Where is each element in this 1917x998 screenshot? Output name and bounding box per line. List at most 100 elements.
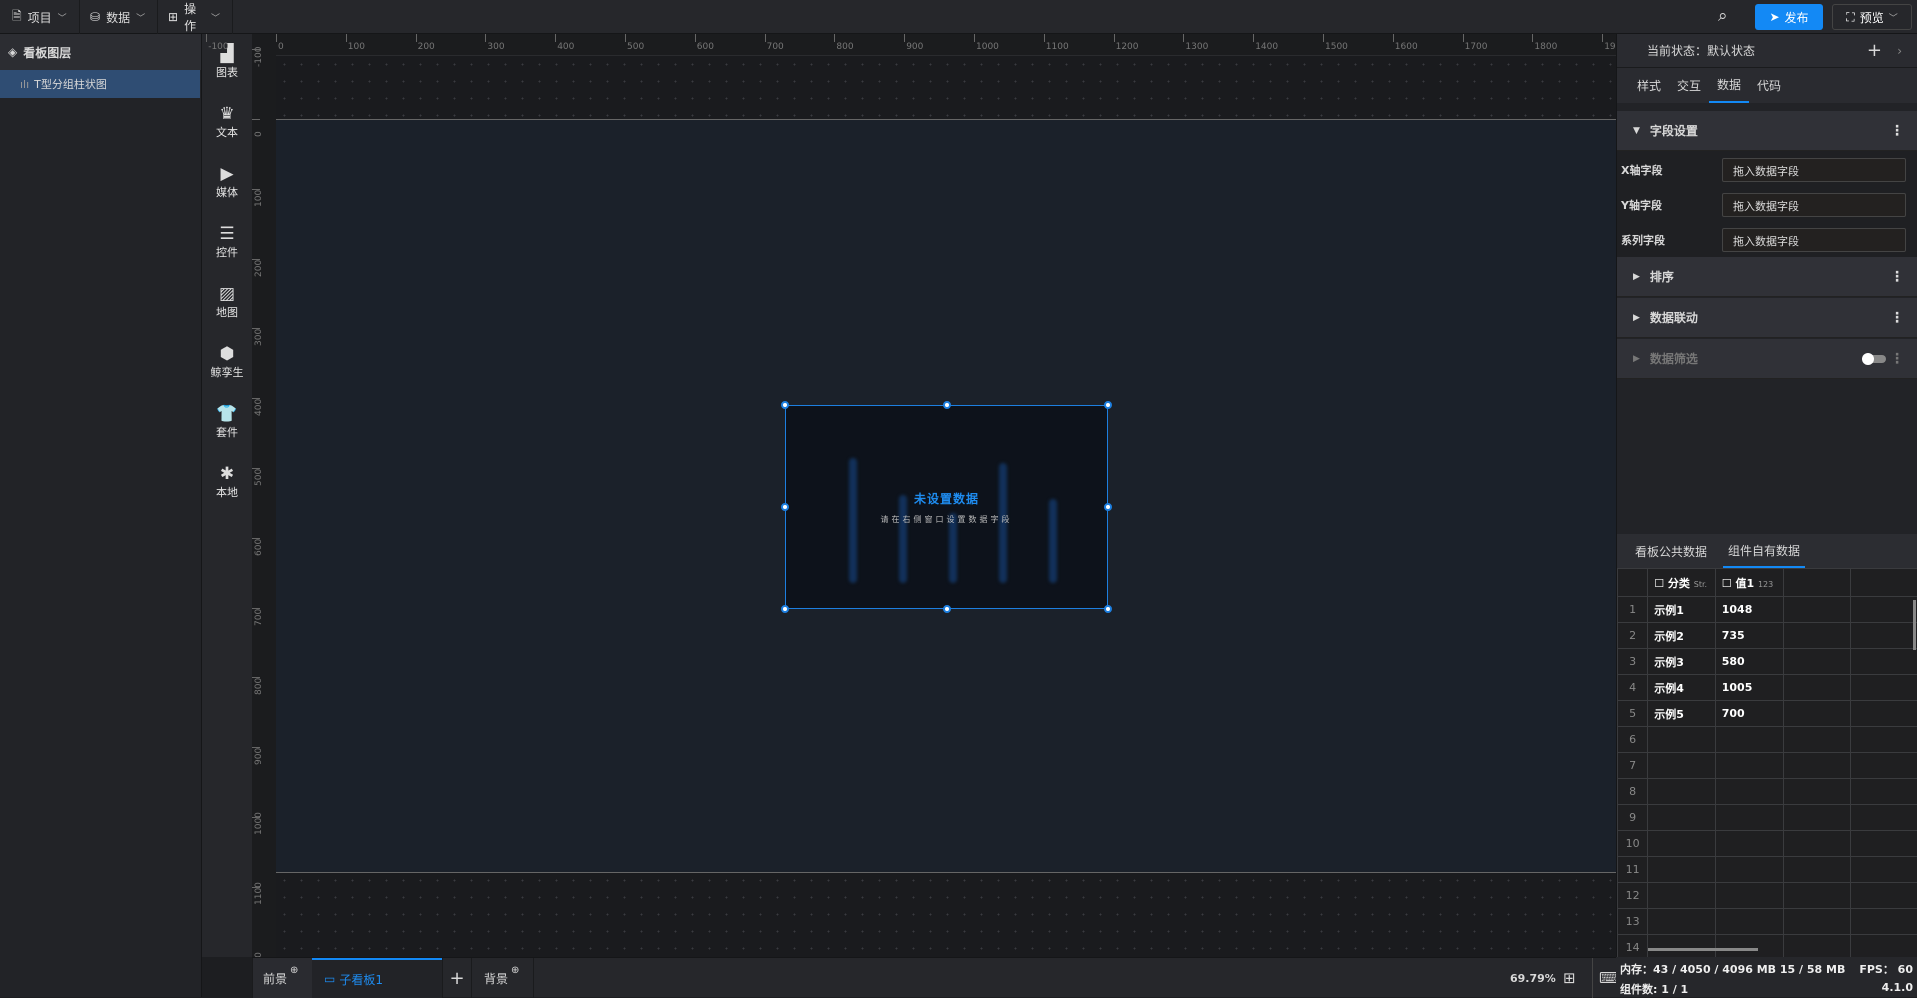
table-cell[interactable] [1851,909,1917,935]
resize-handle[interactable] [781,401,789,409]
chevron-right-icon[interactable]: › [1897,44,1902,58]
table-cell[interactable] [1784,649,1851,675]
table-cell[interactable]: 示例2 [1648,623,1716,649]
table-row[interactable]: 7 [1618,753,1917,779]
table-cell[interactable] [1784,831,1851,857]
more-icon[interactable]: ⋮ [1890,269,1904,285]
table-cell[interactable] [1648,883,1716,909]
table-cell[interactable]: 示例3 [1648,649,1716,675]
table-cell[interactable]: 示例5 [1648,701,1716,727]
table-cell[interactable]: 1005 [1715,675,1783,701]
table-row[interactable]: 5示例5700 [1618,701,1917,727]
section-data-linkage[interactable]: ▶数据联动⋮ [1617,298,1917,338]
resize-handle[interactable] [943,401,951,409]
tab-sub-board[interactable]: ▭子看板1 [312,958,442,998]
table-cell[interactable] [1715,831,1783,857]
resize-handle[interactable] [781,503,789,511]
table-row[interactable]: 3示例3580 [1618,649,1917,675]
tool-media[interactable]: ▶媒体 [202,164,252,200]
table-cell[interactable] [1715,753,1783,779]
menu-operation[interactable]: ⊞操作﹀ [156,0,233,34]
table-row[interactable]: 12 [1618,883,1917,909]
table-cell[interactable] [1784,779,1851,805]
column-header-value[interactable]: ☐ 值1 123 [1715,569,1783,597]
more-icon[interactable]: ⋮ [1890,351,1904,367]
table-cell[interactable] [1715,857,1783,883]
table-cell[interactable] [1648,831,1716,857]
table-cell[interactable] [1784,857,1851,883]
menu-data[interactable]: ⛁数据﹀ [78,0,158,34]
table-cell[interactable]: 示例4 [1648,675,1716,701]
table-cell[interactable] [1715,883,1783,909]
checkbox[interactable]: ☐ [1654,577,1664,590]
current-state[interactable]: 默认状态 [1707,42,1755,59]
table-cell[interactable] [1851,883,1917,909]
add-circle-icon[interactable]: ⊕ [290,965,298,976]
section-fields[interactable]: ▼字段设置⋮ [1617,111,1917,151]
resize-handle[interactable] [1104,605,1112,613]
section-data-filter[interactable]: ▶数据筛选 ⋮ [1617,339,1917,379]
menu-project[interactable]: 🗎项目﹀ [0,0,80,34]
table-cell[interactable] [1851,935,1917,958]
table-cell[interactable] [1715,779,1783,805]
table-row[interactable]: 2示例2735 [1618,623,1917,649]
search-icon[interactable]: ⌕ [1718,6,1728,26]
table-cell[interactable] [1648,909,1716,935]
tool-kit[interactable]: 👕套件 [202,404,252,440]
resize-handle[interactable] [1104,503,1112,511]
table-cell[interactable] [1648,805,1716,831]
resize-handle[interactable] [1104,401,1112,409]
checkbox[interactable]: ☐ [1722,577,1732,590]
data-table[interactable]: ☐ 分类 Str. ☐ 值1 123 1示例110482示例27353示例358… [1617,568,1917,957]
tool-map[interactable]: ▨地图 [202,284,252,320]
table-cell[interactable] [1784,909,1851,935]
table-cell[interactable]: 1048 [1715,597,1783,623]
table-cell[interactable] [1784,805,1851,831]
publish-button[interactable]: ➤发布 [1755,4,1823,30]
x-axis-field-input[interactable]: 拖入数据字段 [1722,158,1906,182]
table-cell[interactable]: 示例1 [1648,597,1716,623]
table-cell[interactable] [1784,597,1851,623]
table-cell[interactable] [1851,649,1917,675]
table-cell[interactable] [1851,675,1917,701]
column-header-category[interactable]: ☐ 分类 Str. [1648,569,1716,597]
table-cell[interactable] [1784,883,1851,909]
table-cell[interactable]: 580 [1715,649,1783,675]
table-row[interactable]: 9 [1618,805,1917,831]
table-row[interactable]: 14 [1618,935,1917,958]
tab-data[interactable]: 数据 [1709,68,1749,103]
table-cell[interactable] [1851,857,1917,883]
add-circle-icon[interactable]: ⊕ [511,965,519,976]
preview-button[interactable]: ⛶预览﹀ [1832,4,1912,30]
table-cell[interactable] [1784,701,1851,727]
tab-interaction[interactable]: 交互 [1669,77,1709,94]
table-cell[interactable] [1715,805,1783,831]
tab-code[interactable]: 代码 [1749,77,1789,94]
vertical-scrollbar[interactable] [1913,600,1916,650]
table-cell[interactable]: 700 [1715,701,1783,727]
table-cell[interactable] [1784,623,1851,649]
table-cell[interactable] [1851,727,1917,753]
filter-toggle[interactable] [1864,355,1886,363]
add-board-button[interactable]: + [442,958,472,998]
tab-board-public-data[interactable]: 看板公共数据 [1635,543,1707,560]
table-row[interactable]: 11 [1618,857,1917,883]
table-cell[interactable] [1784,727,1851,753]
fit-screen-icon[interactable]: ⊞ [1563,958,1576,998]
more-icon[interactable]: ⋮ [1890,310,1904,326]
table-cell[interactable] [1648,857,1716,883]
section-sort[interactable]: ▶排序⋮ [1617,257,1917,297]
tool-local[interactable]: ✱本地 [202,464,252,500]
table-cell[interactable] [1784,935,1851,958]
table-row[interactable]: 4示例41005 [1618,675,1917,701]
y-axis-field-input[interactable]: 拖入数据字段 [1722,193,1906,217]
table-cell[interactable] [1851,623,1917,649]
tab-background[interactable]: 背景⊕ [474,958,534,998]
table-row[interactable]: 8 [1618,779,1917,805]
table-cell[interactable] [1851,597,1917,623]
horizontal-scrollbar[interactable] [1648,948,1758,951]
layer-item[interactable]: ılıT型分组柱状图 [0,70,200,98]
table-cell[interactable]: 735 [1715,623,1783,649]
table-cell[interactable] [1784,753,1851,779]
tab-style[interactable]: 样式 [1629,77,1669,94]
